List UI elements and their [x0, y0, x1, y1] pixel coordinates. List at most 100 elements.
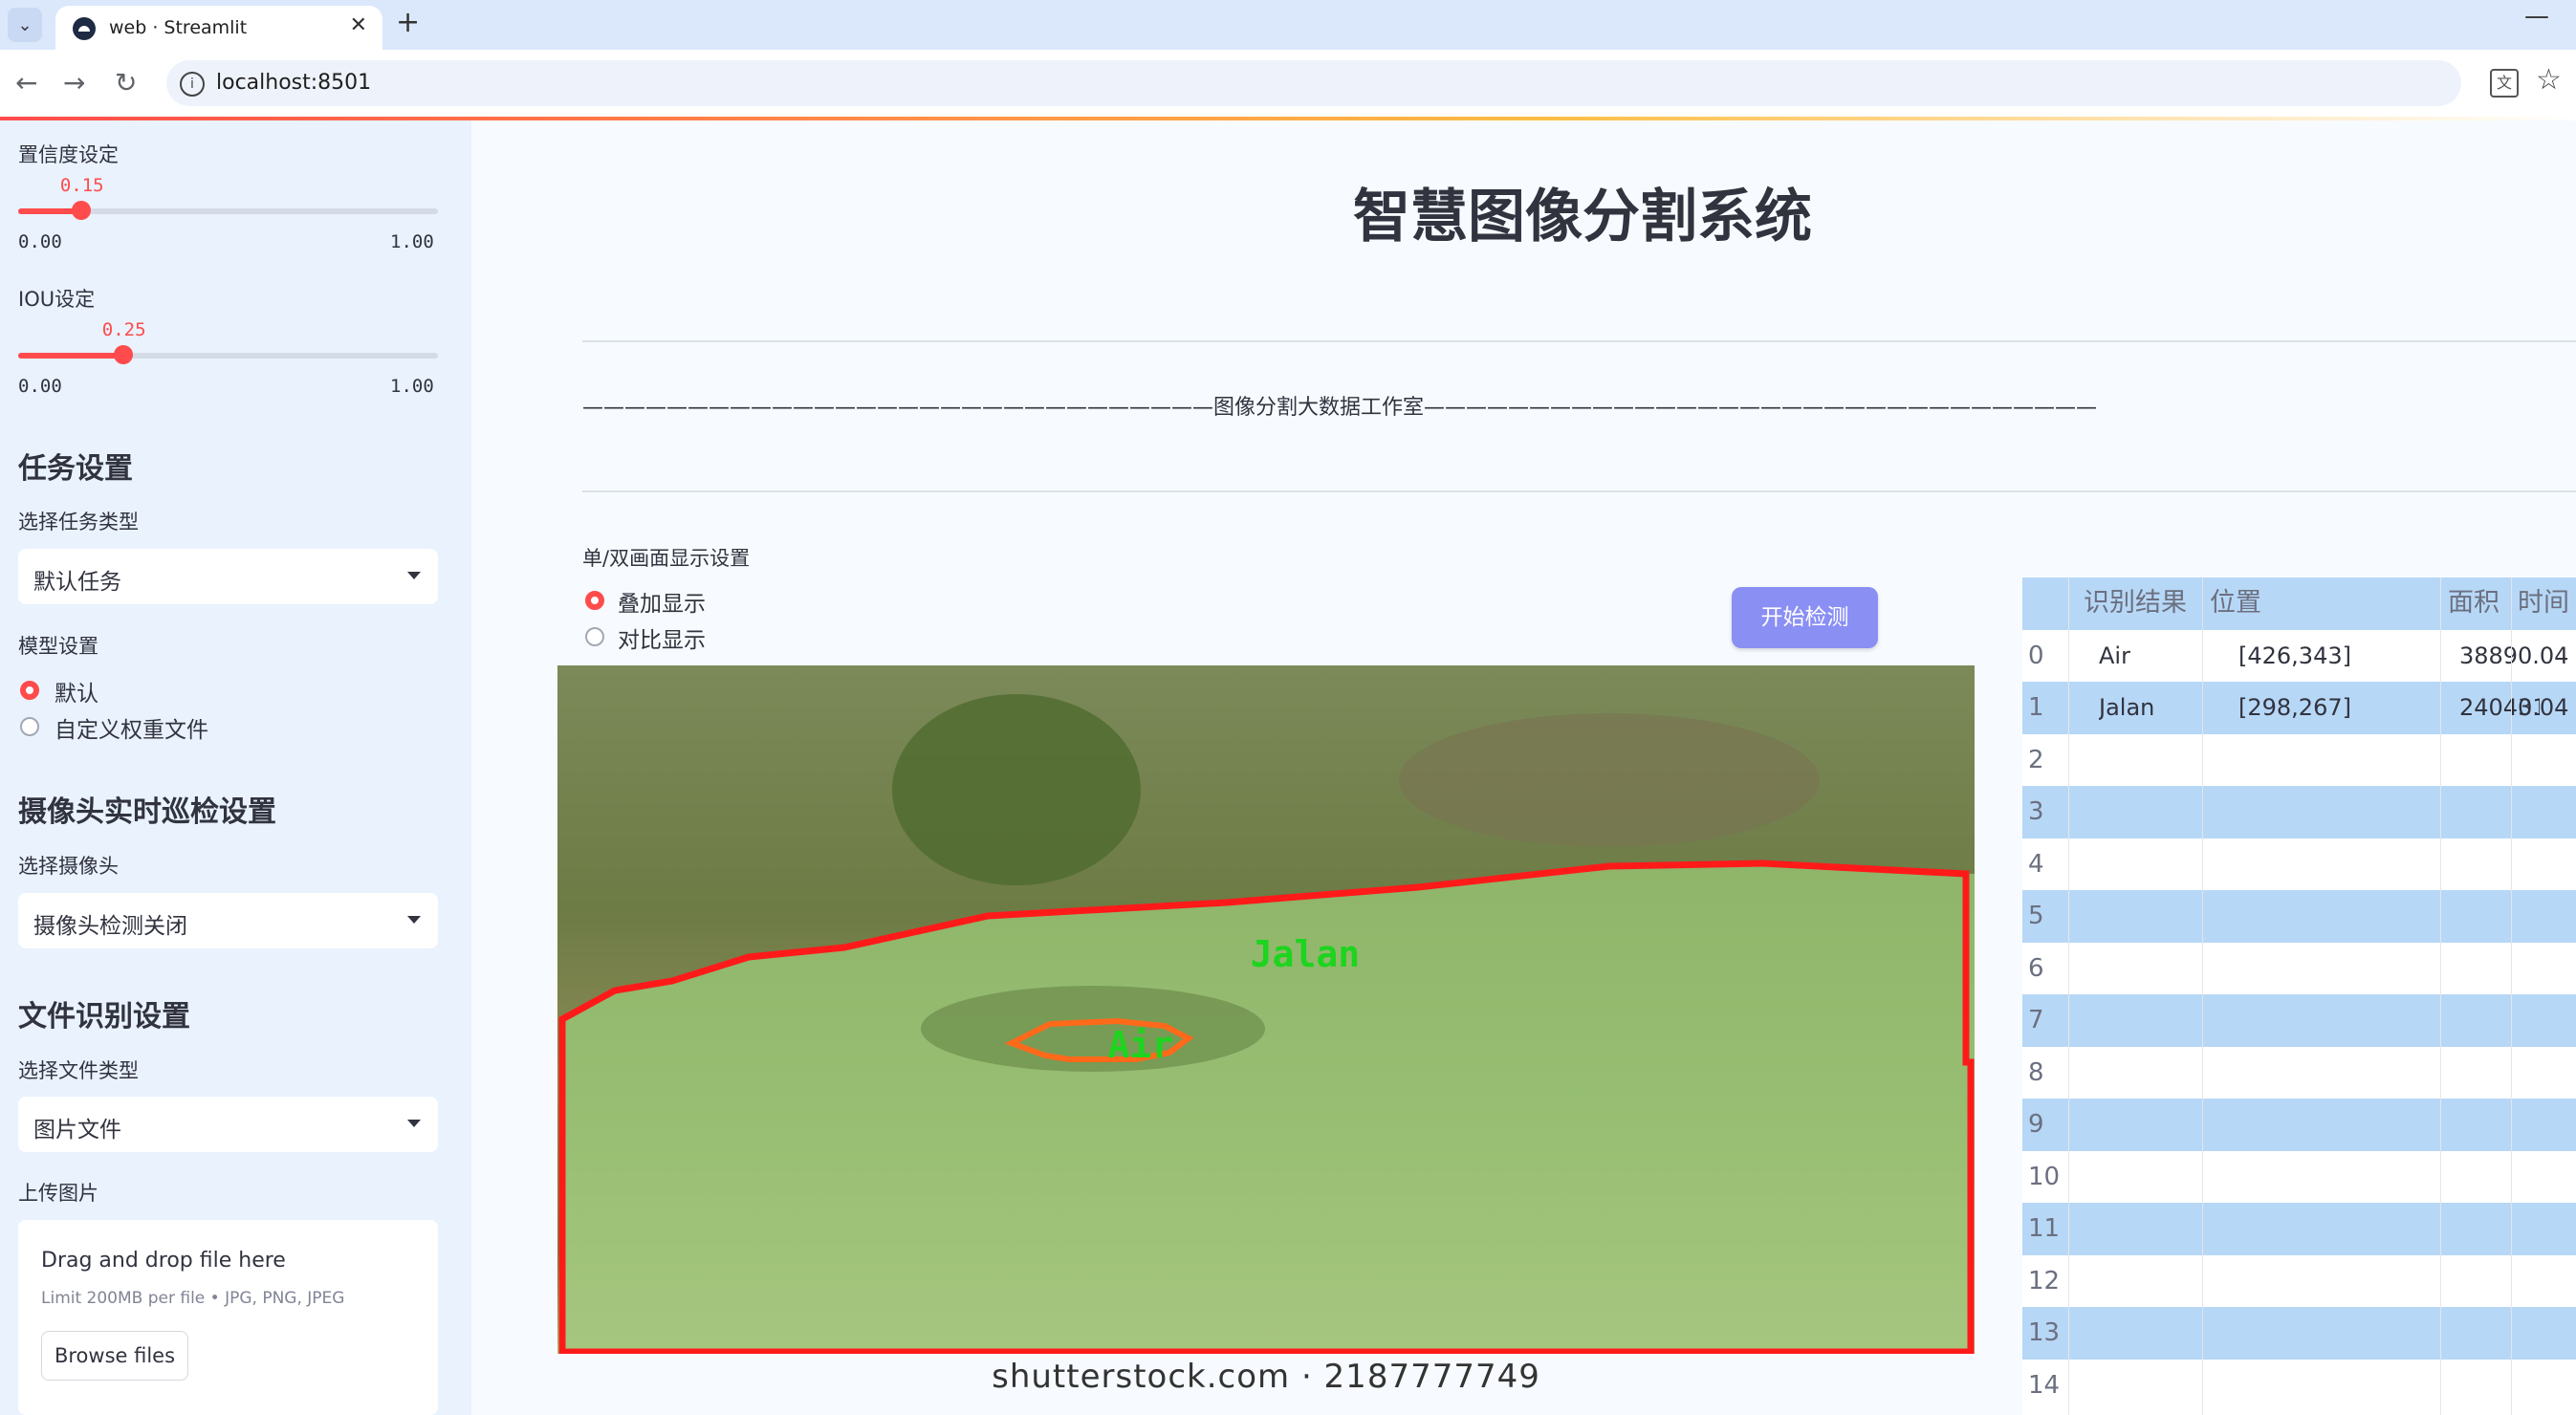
table-cell [2518, 994, 2576, 1047]
table-cell [2518, 1099, 2576, 1151]
table-header-row: 识别结果 位置 面积 时间 [2022, 577, 2576, 630]
table-row[interactable]: 13 [2022, 1307, 2576, 1360]
table-row[interactable]: 12 [2022, 1254, 2576, 1308]
iou-slider[interactable] [18, 345, 438, 364]
table-cell [2238, 838, 2468, 891]
table-cell [2238, 1255, 2468, 1308]
divider [582, 340, 2576, 342]
iou-max: 1.00 [390, 376, 434, 397]
task-type-label: 选择任务类型 [18, 511, 139, 533]
table-cell [2238, 1203, 2468, 1255]
table-cell: 8 [2028, 1057, 2044, 1087]
air-label: Air [1108, 1024, 1174, 1066]
file-type-value: 图片文件 [33, 1118, 121, 1143]
table-row[interactable]: 10 [2022, 1150, 2576, 1204]
site-info-icon[interactable]: i [180, 72, 205, 97]
iou-min: 0.00 [18, 376, 62, 397]
compare-display-radio[interactable] [585, 627, 604, 646]
table-row[interactable]: 2 [2022, 733, 2576, 787]
table-cell [2518, 786, 2576, 838]
table-header-cell[interactable]: 面积 [2448, 577, 2513, 630]
file-dropzone[interactable]: Drag and drop file here Limit 200MB per … [18, 1220, 438, 1415]
new-tab-icon[interactable]: + [396, 6, 420, 39]
table-cell [2238, 1047, 2468, 1099]
table-header-cell[interactable]: 识别结果 [2084, 577, 2208, 630]
sidebar: 置信度设定 0.15 0.00 1.00 IOU设定 0.25 0.00 1.0… [0, 120, 471, 1415]
file-type-select[interactable]: 图片文件 [18, 1097, 438, 1152]
dropzone-text: Drag and drop file here [41, 1249, 286, 1273]
table-cell [2238, 994, 2468, 1047]
results-table[interactable]: 识别结果 位置 面积 时间 0 Air [426,343] 3889 0.04 1 Jalan [29… [2022, 577, 2576, 1415]
camera-settings-heading: 摄像头实时巡检设置 [18, 795, 276, 829]
table-cell [2099, 1151, 2223, 1204]
table-row[interactable]: 4 [2022, 838, 2576, 891]
start-detection-button[interactable]: 开始检测 [1732, 587, 1878, 648]
table-cell: 4 [2028, 849, 2044, 879]
back-arrow-icon[interactable]: ← [15, 67, 37, 98]
table-cell: 14 [2028, 1370, 2061, 1400]
confidence-slider-thumb[interactable] [71, 201, 91, 220]
table-column-divider [2440, 577, 2441, 1415]
table-cell: 0.04 [2518, 694, 2569, 721]
display-mode-label: 单/双画面显示设置 [582, 547, 751, 570]
confidence-label: 置信度设定 [18, 143, 119, 166]
table-row[interactable]: 7 [2022, 994, 2576, 1047]
table-row[interactable]: 5 [2022, 890, 2576, 943]
table-row[interactable]: 11 [2022, 1203, 2576, 1255]
url-text: localhost:8501 [216, 71, 372, 95]
table-cell: 6 [2028, 953, 2044, 983]
jalan-label: Jalan [1251, 933, 1360, 975]
url-field[interactable]: i localhost:8501 [166, 60, 2461, 106]
table-row[interactable]: 8 [2022, 1046, 2576, 1099]
tab-list-dropdown-icon[interactable]: ⌄ [8, 8, 42, 42]
minimize-window-icon[interactable]: — [2524, 2, 2549, 31]
chevron-down-icon [407, 916, 421, 924]
table-header-cell[interactable]: 时间 [2518, 577, 2576, 630]
camera-select-value: 摄像头检测关闭 [33, 914, 187, 939]
table-row[interactable]: 6 [2022, 942, 2576, 995]
table-cell: 12 [2028, 1266, 2061, 1295]
table-cell [2099, 786, 2223, 838]
browse-files-button[interactable]: Browse files [41, 1331, 188, 1381]
confidence-value: 0.15 [59, 175, 104, 196]
task-type-select[interactable]: 默认任务 [18, 549, 438, 604]
image-watermark: shutterstock.com · 2187777749 [992, 1358, 1540, 1396]
translate-icon[interactable]: 文 [2490, 69, 2519, 98]
confidence-slider[interactable] [18, 201, 438, 220]
overlay-display-radio[interactable] [585, 591, 604, 610]
table-column-divider [2511, 577, 2512, 1415]
bookmark-star-icon[interactable]: ☆ [2536, 63, 2562, 97]
table-row[interactable]: 1 Jalan [298,267] 240431 0.04 [2022, 682, 2576, 734]
table-cell: 1 [2028, 693, 2044, 722]
studio-banner: ——————————————————————————————图像分割大数据工作室… [582, 396, 2098, 420]
forward-arrow-icon[interactable]: → [63, 67, 85, 98]
table-header-cell[interactable]: 位置 [2210, 577, 2439, 630]
browser-tab[interactable]: web · Streamlit ✕ [55, 6, 382, 50]
table-cell [2099, 1203, 2223, 1255]
file-settings-heading: 文件识别设置 [18, 1000, 190, 1034]
reload-icon[interactable]: ↻ [115, 67, 137, 98]
table-row[interactable]: 0 Air [426,343] 3889 0.04 [2022, 629, 2576, 682]
model-custom-radio[interactable] [20, 717, 39, 736]
iou-slider-thumb[interactable] [113, 345, 133, 364]
table-cell [2518, 1360, 2576, 1412]
table-row[interactable]: 3 [2022, 786, 2576, 838]
table-cell [2518, 890, 2576, 943]
table-cell [2099, 734, 2223, 787]
table-cell [2518, 734, 2576, 787]
camera-select[interactable]: 摄像头检测关闭 [18, 893, 438, 948]
segmentation-result-image: Jalan Air [557, 665, 1975, 1354]
tab-close-icon[interactable]: ✕ [350, 13, 367, 37]
table-header-cell[interactable] [2028, 577, 2070, 630]
table-row[interactable]: 14 [2022, 1359, 2576, 1412]
table-cell [2099, 943, 2223, 995]
table-row[interactable]: 9 [2022, 1099, 2576, 1151]
compare-display-label: 对比显示 [618, 628, 706, 653]
table-cell: Jalan [2099, 694, 2155, 721]
table-cell [2518, 1203, 2576, 1255]
table-column-divider [2202, 577, 2203, 1415]
address-bar: ← → ↻ i localhost:8501 文 ☆ [0, 50, 2576, 117]
model-custom-label: 自定义权重文件 [55, 718, 208, 743]
model-default-radio[interactable] [20, 681, 39, 700]
table-cell: 7 [2028, 1006, 2044, 1034]
